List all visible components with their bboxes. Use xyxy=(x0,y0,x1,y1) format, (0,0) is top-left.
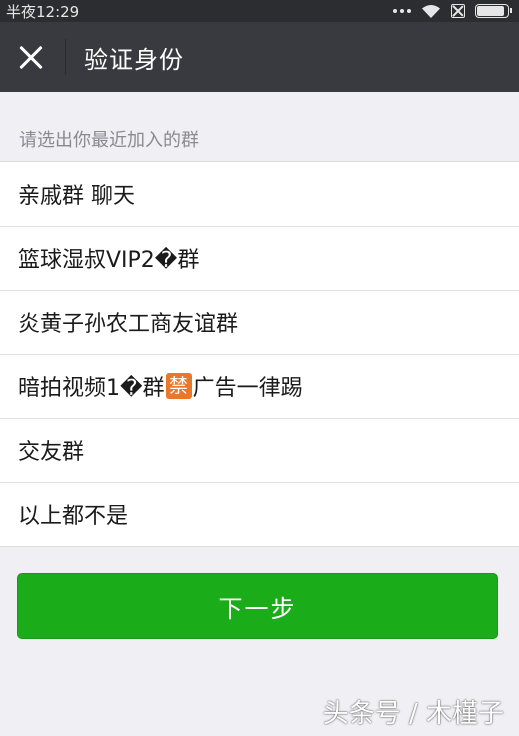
ban-badge-icon: 禁 xyxy=(165,373,192,399)
option-label: 炎黄子孙农工商友谊群 xyxy=(18,312,239,337)
wifi-icon xyxy=(422,4,440,18)
watermark: 头条号 / 木槿子 xyxy=(322,699,504,729)
battery-level xyxy=(477,6,504,16)
option-label: 交友群 xyxy=(18,440,85,465)
title-bar: 验证身份 xyxy=(0,22,519,92)
status-icons xyxy=(393,4,512,19)
option-item[interactable]: 交友群 xyxy=(0,418,519,482)
option-item[interactable]: 以上都不是 xyxy=(0,482,519,546)
option-item[interactable]: 炎黄子孙农工商友谊群 xyxy=(0,290,519,354)
option-item[interactable]: 暗拍视频1�群 禁 广告一律踢 xyxy=(0,354,519,418)
close-button[interactable] xyxy=(0,22,62,92)
status-bar: 半夜12:29 xyxy=(0,0,519,22)
option-label: 亲戚群 聊天 xyxy=(18,184,135,209)
next-step-button[interactable]: 下一步 xyxy=(17,573,498,639)
group-option-list: 亲戚群 聊天 篮球湿叔VIP2�群 炎黄子孙农工商友谊群 暗拍视频1�群 禁 广… xyxy=(0,161,519,547)
status-time: 半夜12:29 xyxy=(6,2,80,21)
more-dots-icon xyxy=(393,9,411,13)
no-sim-icon xyxy=(451,4,465,18)
question-prompt: 请选出你最近加入的群 xyxy=(19,130,199,151)
option-label: 以上都不是 xyxy=(18,504,129,529)
option-label-suffix: 广告一律踢 xyxy=(192,376,303,401)
option-item[interactable]: 篮球湿叔VIP2�群 xyxy=(0,226,519,290)
option-label: 篮球湿叔VIP2�群 xyxy=(18,248,200,273)
battery-icon xyxy=(475,4,512,18)
option-label-prefix: 暗拍视频1�群 xyxy=(18,376,165,401)
page-title: 验证身份 xyxy=(84,45,184,74)
option-item[interactable]: 亲戚群 聊天 xyxy=(0,162,519,226)
title-divider xyxy=(65,39,66,75)
